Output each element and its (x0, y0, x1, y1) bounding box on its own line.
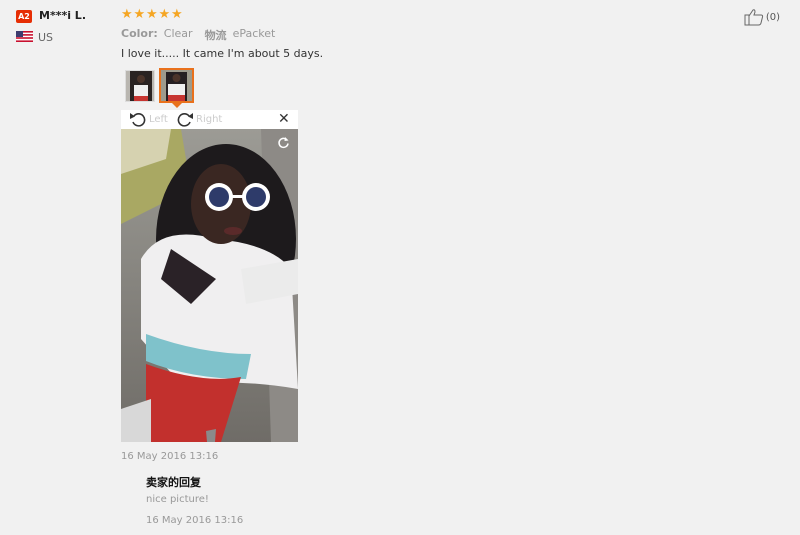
shipping-label: 物流 (204, 29, 227, 42)
seller-reply-text: nice picture! (146, 494, 209, 505)
color-label: Color: (121, 27, 158, 40)
reviewer-name: M***i L. (39, 9, 86, 22)
photo-thumbnail-image (161, 70, 192, 101)
star-icon: ★ (171, 7, 183, 22)
seller-reply-date: 16 May 2016 13:16 (146, 515, 244, 526)
us-flag-icon (16, 31, 33, 42)
star-rating: ★ ★ ★ ★ ★ (121, 6, 184, 24)
rotate-left-icon (130, 113, 146, 127)
seller-reply-title: 卖家的回复 (146, 476, 201, 489)
review-photo-image (121, 129, 298, 442)
helpful-count: (0) (765, 11, 780, 23)
star-icon: ★ (121, 7, 133, 22)
rotate-right-icon (177, 113, 193, 127)
order-info: Color: Clear 物流 ePacket (121, 27, 281, 43)
rotate-right-label: Right (196, 113, 223, 125)
color-value: Clear (163, 27, 193, 40)
close-icon[interactable]: ✕ (278, 112, 290, 126)
star-icon: ★ (133, 7, 146, 22)
selected-thumbnail-caret (172, 103, 182, 108)
photo-thumbnail-image (126, 71, 154, 101)
shipping-value: ePacket (232, 27, 276, 40)
rotate-left-button[interactable]: Left (129, 111, 168, 127)
reviewer-country: US (38, 31, 54, 44)
helpful-button[interactable]: (0) (744, 8, 780, 26)
rotate-left-label: Left (149, 113, 168, 125)
buyer-level-badge: A2 (16, 10, 32, 23)
rotate-right-button[interactable]: Right (176, 111, 222, 127)
star-icon: ★ (158, 7, 171, 22)
review-photo-thumbnail-selected[interactable] (159, 68, 194, 103)
review-photo-large[interactable] (121, 129, 298, 442)
thumbs-up-icon (744, 9, 763, 26)
review-photo-thumbnail[interactable] (125, 70, 155, 102)
review-date: 16 May 2016 13:16 (121, 451, 219, 462)
star-icon: ★ (146, 7, 158, 22)
review-text: I love it..... It came I'm about 5 days. (121, 47, 324, 60)
refresh-icon[interactable] (277, 136, 290, 149)
